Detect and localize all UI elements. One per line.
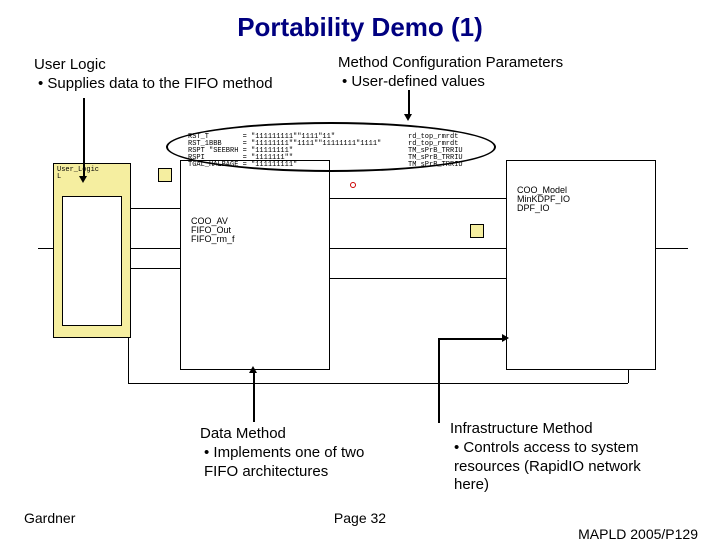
arrow-data-method-head — [249, 366, 257, 373]
data-method-inner-labels: COO_AV FIFO_Out FIFO_rm_f — [191, 217, 235, 244]
arrow-method-config-head — [404, 114, 412, 121]
annot-data-method-heading: Data Method — [200, 425, 430, 444]
arrow-data-method — [253, 372, 255, 422]
small-port-1 — [158, 168, 172, 182]
annot-infra-method-b3: here) — [450, 476, 700, 495]
block-diagram: User_Logic L COO_AV FIFO_Out FIFO_rm_f C… — [38, 128, 688, 398]
annot-user-logic-heading: User Logic — [34, 56, 299, 75]
connection-dot — [350, 182, 356, 188]
small-port-2 — [470, 224, 484, 238]
user-logic-block: User_Logic L — [53, 163, 131, 338]
annot-data-method: Data Method • Implements one of two FIFO… — [200, 425, 430, 481]
slide-title: Portability Demo (1) — [0, 0, 720, 43]
footer-page: Page 32 — [0, 510, 720, 526]
arrow-infra-method-v — [438, 338, 440, 423]
arrow-method-config — [408, 90, 410, 116]
annot-user-logic-bullet: • Supplies data to the FIFO method — [34, 75, 299, 94]
slide-footer: Gardner Page 32 MAPLD 2005/P129 — [0, 510, 720, 526]
annot-infra-method-b2: resources (RapidIO network — [450, 458, 700, 477]
loopback-line — [128, 383, 628, 384]
annot-user-logic: User Logic • Supplies data to the FIFO m… — [34, 56, 299, 94]
user-logic-label: User_Logic L — [57, 167, 99, 181]
infra-method-inner-labels: COO_Model MinKDPF_IO DPF_IO — [517, 186, 570, 213]
annot-method-config: Method Configuration Parameters • User-d… — [338, 54, 638, 92]
conn-3 — [330, 198, 506, 199]
annot-method-config-heading: Method Configuration Parameters — [338, 54, 638, 73]
params-ellipse — [166, 122, 496, 172]
user-logic-inner — [62, 196, 122, 326]
annot-infra-method-b1: • Controls access to system — [450, 439, 700, 458]
arrow-infra-method-h — [438, 338, 503, 340]
conn-2 — [131, 268, 180, 269]
arrow-user-logic-head — [79, 176, 87, 183]
annot-infra-method: Infrastructure Method • Controls access … — [450, 420, 700, 495]
annot-data-method-b2: FIFO architectures — [200, 463, 430, 482]
conn-4 — [330, 278, 506, 279]
infra-method-block: COO_Model MinKDPF_IO DPF_IO — [506, 160, 656, 370]
data-method-block: COO_AV FIFO_Out FIFO_rm_f — [180, 160, 330, 370]
arrow-infra-method-head — [502, 334, 509, 342]
annot-infra-method-heading: Infrastructure Method — [450, 420, 700, 439]
annot-data-method-b1: • Implements one of two — [200, 444, 430, 463]
annot-method-config-bullet: • User-defined values — [338, 73, 638, 92]
footer-author: Gardner — [24, 510, 75, 526]
arrow-user-logic — [83, 98, 85, 178]
conn-1 — [131, 208, 180, 209]
